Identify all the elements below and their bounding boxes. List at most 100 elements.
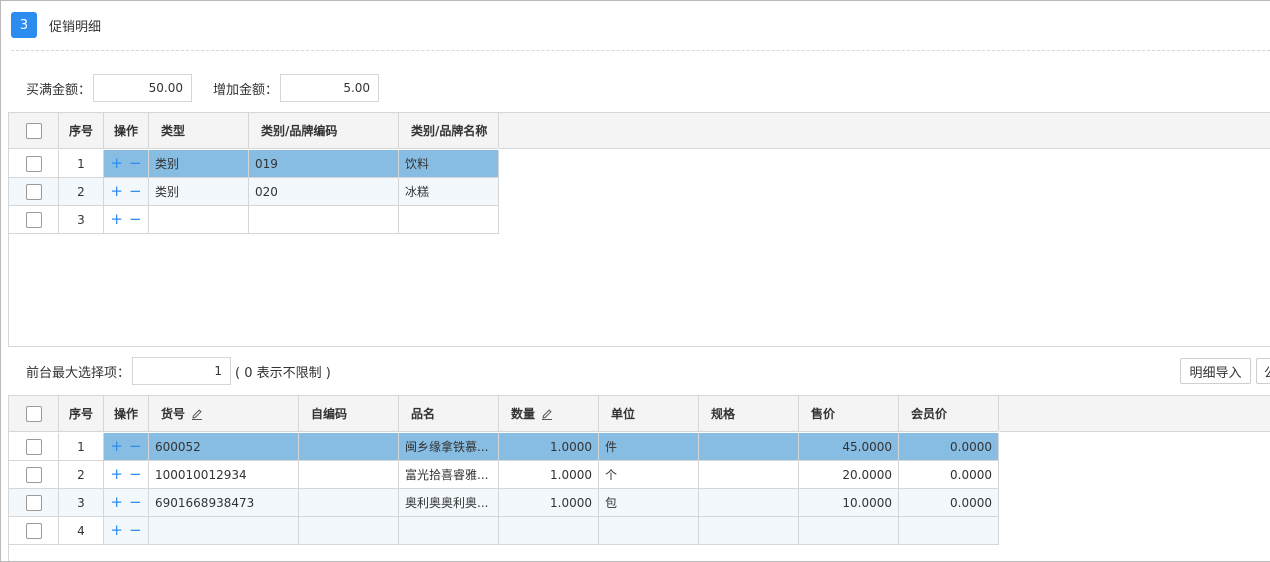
row-no: 1 <box>59 433 104 460</box>
select-all-checkbox[interactable] <box>25 122 42 139</box>
cell-unit[interactable]: 包 <box>599 489 699 516</box>
cell-spec[interactable] <box>699 489 799 516</box>
cell-code[interactable]: 020 <box>249 178 399 205</box>
header-sku[interactable]: 货号 <box>149 396 299 431</box>
remove-row-icon[interactable]: − <box>129 439 142 454</box>
remove-row-icon[interactable]: − <box>129 212 142 227</box>
add-row-icon[interactable]: + <box>110 439 123 454</box>
table-row[interactable]: 4 + − <box>9 517 999 545</box>
add-row-icon[interactable]: + <box>110 523 123 538</box>
cell-qty[interactable]: 1.0000 <box>499 489 599 516</box>
remove-row-icon[interactable]: − <box>129 523 142 538</box>
next-toolbar-button[interactable]: 公 <box>1256 358 1270 384</box>
cell-name[interactable]: 奥利奥奥利奥... <box>399 489 499 516</box>
cell-name[interactable] <box>399 517 499 544</box>
row-checkbox[interactable] <box>25 466 42 483</box>
cell-price[interactable]: 45.0000 <box>799 433 899 460</box>
row-checkbox[interactable] <box>25 155 42 172</box>
select-all-checkbox[interactable] <box>25 405 42 422</box>
cell-price[interactable] <box>799 517 899 544</box>
cell-price[interactable]: 10.0000 <box>799 489 899 516</box>
header-qty[interactable]: 数量 <box>499 396 599 431</box>
cell-qty[interactable]: 1.0000 <box>499 433 599 460</box>
cell-selfcode[interactable] <box>299 489 399 516</box>
cell-spec[interactable] <box>699 461 799 488</box>
cell-selfcode[interactable] <box>299 433 399 460</box>
cell-selfcode[interactable] <box>299 517 399 544</box>
cell-name[interactable]: 饮料 <box>399 150 499 177</box>
remove-row-icon[interactable]: − <box>129 467 142 482</box>
row-checkbox[interactable] <box>25 494 42 511</box>
cell-name[interactable]: 闽乡缘拿铁慕... <box>399 433 499 460</box>
table-row[interactable]: 3 + − <box>9 206 499 234</box>
cell-unit[interactable]: 个 <box>599 461 699 488</box>
cell-spec[interactable] <box>699 517 799 544</box>
cell-name[interactable]: 富光拾喜睿雅... <box>399 461 499 488</box>
header-selfcode[interactable]: 自编码 <box>299 396 399 431</box>
header-member[interactable]: 会员价 <box>899 396 999 431</box>
cell-member[interactable] <box>899 517 999 544</box>
pencil-icon <box>542 408 553 420</box>
cell-sku[interactable] <box>149 517 299 544</box>
max-select-hint: ( 0 表示不限制 ) <box>235 365 331 381</box>
cell-qty[interactable]: 1.0000 <box>499 461 599 488</box>
row-checkbox[interactable] <box>25 183 42 200</box>
header-name[interactable]: 类别/品牌名称 <box>399 113 499 148</box>
detail-import-button[interactable]: 明细导入 <box>1180 358 1251 384</box>
header-type[interactable]: 类型 <box>149 113 249 148</box>
cell-type[interactable] <box>149 206 249 233</box>
cell-member[interactable]: 0.0000 <box>899 433 999 460</box>
cell-sku[interactable]: 100010012934 <box>149 461 299 488</box>
cell-qty[interactable] <box>499 517 599 544</box>
add-row-icon[interactable]: + <box>110 184 123 199</box>
header-spec[interactable]: 规格 <box>699 396 799 431</box>
row-no: 3 <box>59 489 104 516</box>
cell-spec[interactable] <box>699 433 799 460</box>
header-name[interactable]: 品名 <box>399 396 499 431</box>
row-checkbox[interactable] <box>25 438 42 455</box>
table-row[interactable]: 3 + − 6901668938473 奥利奥奥利奥... 1.0000 包 10… <box>9 489 999 517</box>
remove-row-icon[interactable]: − <box>129 495 142 510</box>
header-price[interactable]: 售价 <box>799 396 899 431</box>
row-ops: + − <box>104 178 149 205</box>
cell-member[interactable]: 0.0000 <box>899 489 999 516</box>
cell-sku[interactable]: 600052 <box>149 433 299 460</box>
row-checkbox[interactable] <box>25 211 42 228</box>
buy-full-amount-input[interactable] <box>93 74 193 102</box>
remove-row-icon[interactable]: − <box>129 156 142 171</box>
row-ops: + − <box>104 461 149 488</box>
cell-type[interactable]: 类别 <box>149 178 249 205</box>
row-ops: + − <box>104 517 149 544</box>
header-code[interactable]: 类别/品牌编码 <box>249 113 399 148</box>
row-no: 1 <box>59 150 104 177</box>
table-row[interactable]: 2 + − 100010012934 富光拾喜睿雅... 1.0000 个 20.… <box>9 461 999 489</box>
header-qty-label: 数量 <box>511 407 536 421</box>
add-row-icon[interactable]: + <box>110 467 123 482</box>
row-checkbox[interactable] <box>25 522 42 539</box>
cell-code[interactable] <box>249 206 399 233</box>
table-row[interactable]: 1 + − 类别 019 饮料 <box>9 150 499 178</box>
cell-sku[interactable]: 6901668938473 <box>149 489 299 516</box>
cell-member[interactable]: 0.0000 <box>899 461 999 488</box>
table-row[interactable]: 1 + − 600052 闽乡缘拿铁慕... 1.0000 件 45.0000 0… <box>9 433 999 461</box>
cell-price[interactable]: 20.0000 <box>799 461 899 488</box>
cell-name[interactable]: 冰糕 <box>399 178 499 205</box>
cell-type[interactable]: 类别 <box>149 150 249 177</box>
header-unit[interactable]: 单位 <box>599 396 699 431</box>
remove-row-icon[interactable]: − <box>129 184 142 199</box>
cell-unit[interactable]: 件 <box>599 433 699 460</box>
amount-row: 买满金额： 增加金额： <box>26 74 380 102</box>
header-select-all[interactable] <box>9 113 59 148</box>
header-select-all[interactable] <box>9 396 59 431</box>
add-row-icon[interactable]: + <box>110 495 123 510</box>
add-amount-input[interactable] <box>280 74 380 102</box>
step-badge: 3 <box>11 12 37 38</box>
add-row-icon[interactable]: + <box>110 156 123 171</box>
cell-code[interactable]: 019 <box>249 150 399 177</box>
cell-name[interactable] <box>399 206 499 233</box>
table-row[interactable]: 2 + − 类别 020 冰糕 <box>9 178 499 206</box>
max-select-input[interactable] <box>132 357 232 385</box>
cell-unit[interactable] <box>599 517 699 544</box>
cell-selfcode[interactable] <box>299 461 399 488</box>
add-row-icon[interactable]: + <box>110 212 123 227</box>
